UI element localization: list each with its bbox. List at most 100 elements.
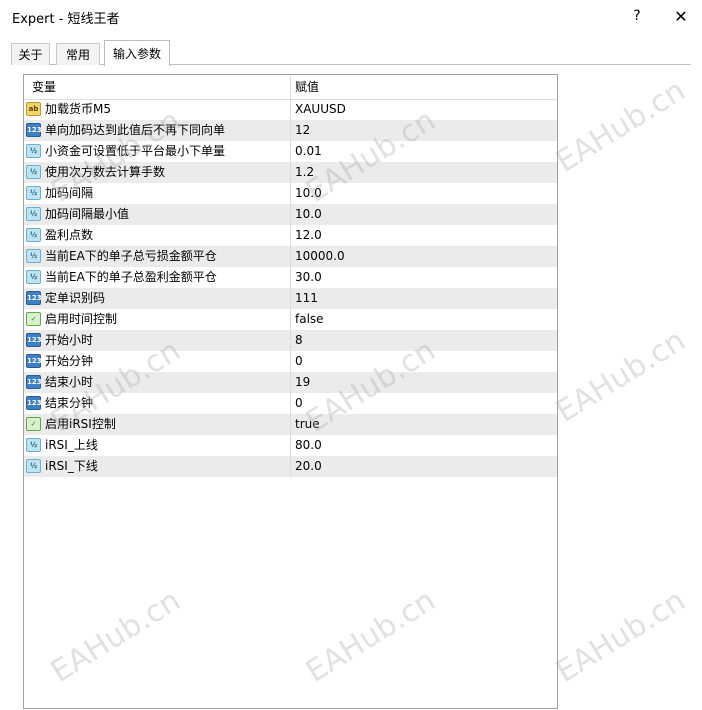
column-separator xyxy=(290,141,291,162)
double-type-icon: ½ xyxy=(26,144,41,158)
boolean-type-icon: ✓ xyxy=(26,312,41,326)
parameter-value[interactable]: 10000.0 xyxy=(295,246,345,267)
parameter-value[interactable]: 30.0 xyxy=(295,267,322,288)
parameter-name: 当前EA下的单子总盈利金额平仓 xyxy=(45,270,217,284)
boolean-type-icon: ✓ xyxy=(26,417,41,431)
parameter-value[interactable]: 12.0 xyxy=(295,225,322,246)
column-separator xyxy=(290,225,291,246)
parameter-name: 结束小时 xyxy=(45,375,94,389)
parameter-row[interactable]: ½ 当前EA下的单子总亏损金额平仓 10000.0 xyxy=(24,246,557,267)
parameter-name: 当前EA下的单子总亏损金额平仓 xyxy=(45,249,217,263)
parameter-row[interactable]: 123 定单识别码 111 xyxy=(24,288,557,309)
double-type-icon: ½ xyxy=(26,459,41,473)
column-separator xyxy=(290,204,291,225)
double-type-icon: ½ xyxy=(26,228,41,242)
double-type-icon: ½ xyxy=(26,438,41,452)
column-separator xyxy=(290,288,291,309)
parameter-value[interactable]: true xyxy=(295,414,320,435)
parameter-name: 启用iRSI控制 xyxy=(45,417,116,431)
parameter-row[interactable]: 123 单向加码达到此值后不再下同向单 12 xyxy=(24,120,557,141)
tab-common[interactable]: 常用 xyxy=(56,43,100,65)
title-bar: Expert - 短线王者 ? ✕ xyxy=(0,0,702,32)
double-type-icon: ½ xyxy=(26,249,41,263)
parameter-value[interactable]: 0 xyxy=(295,351,303,372)
parameter-row[interactable]: 123 开始分钟 0 xyxy=(24,351,557,372)
parameter-value[interactable]: 10.0 xyxy=(295,204,322,225)
double-type-icon: ½ xyxy=(26,207,41,221)
parameter-name: 启用时间控制 xyxy=(45,312,118,326)
column-separator xyxy=(290,267,291,288)
double-type-icon: ½ xyxy=(26,270,41,284)
parameter-row[interactable]: ½ 加码间隔最小值 10.0 xyxy=(24,204,557,225)
column-separator xyxy=(290,330,291,351)
parameter-value[interactable]: 12 xyxy=(295,120,310,141)
parameters-grid: 变量 赋值 ab 加载货币M5 XAUUSD 123 单向加码达到此值后不再下同向单 12… xyxy=(23,74,558,709)
column-separator xyxy=(290,162,291,183)
grid-rows: ab 加载货币M5 XAUUSD 123 单向加码达到此值后不再下同向单 12 ½ 小资金可设… xyxy=(24,99,557,477)
tab-about[interactable]: 关于 xyxy=(11,43,50,65)
parameter-name: 加载货币M5 xyxy=(45,102,111,116)
integer-type-icon: 123 xyxy=(26,123,42,137)
parameter-name: 使用次方数去计算手数 xyxy=(45,165,166,179)
parameter-row[interactable]: 123 开始小时 8 xyxy=(24,330,557,351)
parameter-name: 加码间隔最小值 xyxy=(45,207,130,221)
column-separator xyxy=(290,183,291,204)
parameter-name: 开始分钟 xyxy=(45,354,94,368)
parameter-name: 开始小时 xyxy=(45,333,94,347)
double-type-icon: ½ xyxy=(26,186,41,200)
header-column-separator[interactable] xyxy=(290,75,291,99)
parameter-value[interactable]: XAUUSD xyxy=(295,99,346,120)
parameter-name: iRSI_上线 xyxy=(45,438,98,452)
parameter-value[interactable]: 10.0 xyxy=(295,183,322,204)
parameter-row[interactable]: ✓ 启用iRSI控制 true xyxy=(24,414,557,435)
column-separator xyxy=(290,99,291,120)
parameter-name: 小资金可设置低于平台最小下单量 xyxy=(45,144,226,158)
parameter-value[interactable]: 0.01 xyxy=(295,141,322,162)
parameter-row[interactable]: ½ 当前EA下的单子总盈利金额平仓 30.0 xyxy=(24,267,557,288)
parameter-row[interactable]: ½ 小资金可设置低于平台最小下单量 0.01 xyxy=(24,141,557,162)
column-separator xyxy=(290,351,291,372)
double-type-icon: ½ xyxy=(26,165,41,179)
parameter-row[interactable]: ½ 加码间隔 10.0 xyxy=(24,183,557,204)
parameter-row[interactable]: ½ iRSI_上线 80.0 xyxy=(24,435,557,456)
column-separator xyxy=(290,435,291,456)
parameter-row[interactable]: ✓ 启用时间控制 false xyxy=(24,309,557,330)
column-separator xyxy=(290,414,291,435)
parameter-value[interactable]: 80.0 xyxy=(295,435,322,456)
parameter-name: 单向加码达到此值后不再下同向单 xyxy=(45,123,226,137)
parameter-value[interactable]: 111 xyxy=(295,288,318,309)
parameter-value[interactable]: 8 xyxy=(295,330,303,351)
parameter-value[interactable]: false xyxy=(295,309,324,330)
close-button[interactable]: ✕ xyxy=(666,4,696,28)
column-separator xyxy=(290,120,291,141)
header-variable[interactable]: 变量 xyxy=(32,75,56,99)
column-separator xyxy=(290,372,291,393)
parameter-row[interactable]: 123 结束分钟 0 xyxy=(24,393,557,414)
column-separator xyxy=(290,246,291,267)
parameter-name: 定单识别码 xyxy=(45,291,106,305)
parameter-row[interactable]: ab 加载货币M5 XAUUSD xyxy=(24,99,557,120)
integer-type-icon: 123 xyxy=(26,396,42,410)
parameter-name: 盈利点数 xyxy=(45,228,94,242)
integer-type-icon: 123 xyxy=(26,354,42,368)
parameter-value[interactable]: 0 xyxy=(295,393,303,414)
parameter-value[interactable]: 1.2 xyxy=(295,162,314,183)
integer-type-icon: 123 xyxy=(26,291,42,305)
column-separator xyxy=(290,456,291,477)
parameter-value[interactable]: 19 xyxy=(295,372,310,393)
parameter-row[interactable]: ½ 盈利点数 12.0 xyxy=(24,225,557,246)
parameter-row[interactable]: ½ 使用次方数去计算手数 1.2 xyxy=(24,162,557,183)
parameter-name: 加码间隔 xyxy=(45,186,94,200)
integer-type-icon: 123 xyxy=(26,375,42,389)
parameter-row[interactable]: 123 结束小时 19 xyxy=(24,372,557,393)
tab-inputs[interactable]: 输入参数 xyxy=(104,40,170,66)
help-button[interactable]: ? xyxy=(622,4,652,28)
integer-type-icon: 123 xyxy=(26,333,42,347)
header-value[interactable]: 赋值 xyxy=(295,75,319,99)
string-type-icon: ab xyxy=(26,102,41,116)
parameter-row[interactable]: ½ iRSI_下线 20.0 xyxy=(24,456,557,477)
parameter-name: 结束分钟 xyxy=(45,396,94,410)
column-separator xyxy=(290,393,291,414)
window-title: Expert - 短线王者 xyxy=(12,12,120,27)
parameter-value[interactable]: 20.0 xyxy=(295,456,322,477)
